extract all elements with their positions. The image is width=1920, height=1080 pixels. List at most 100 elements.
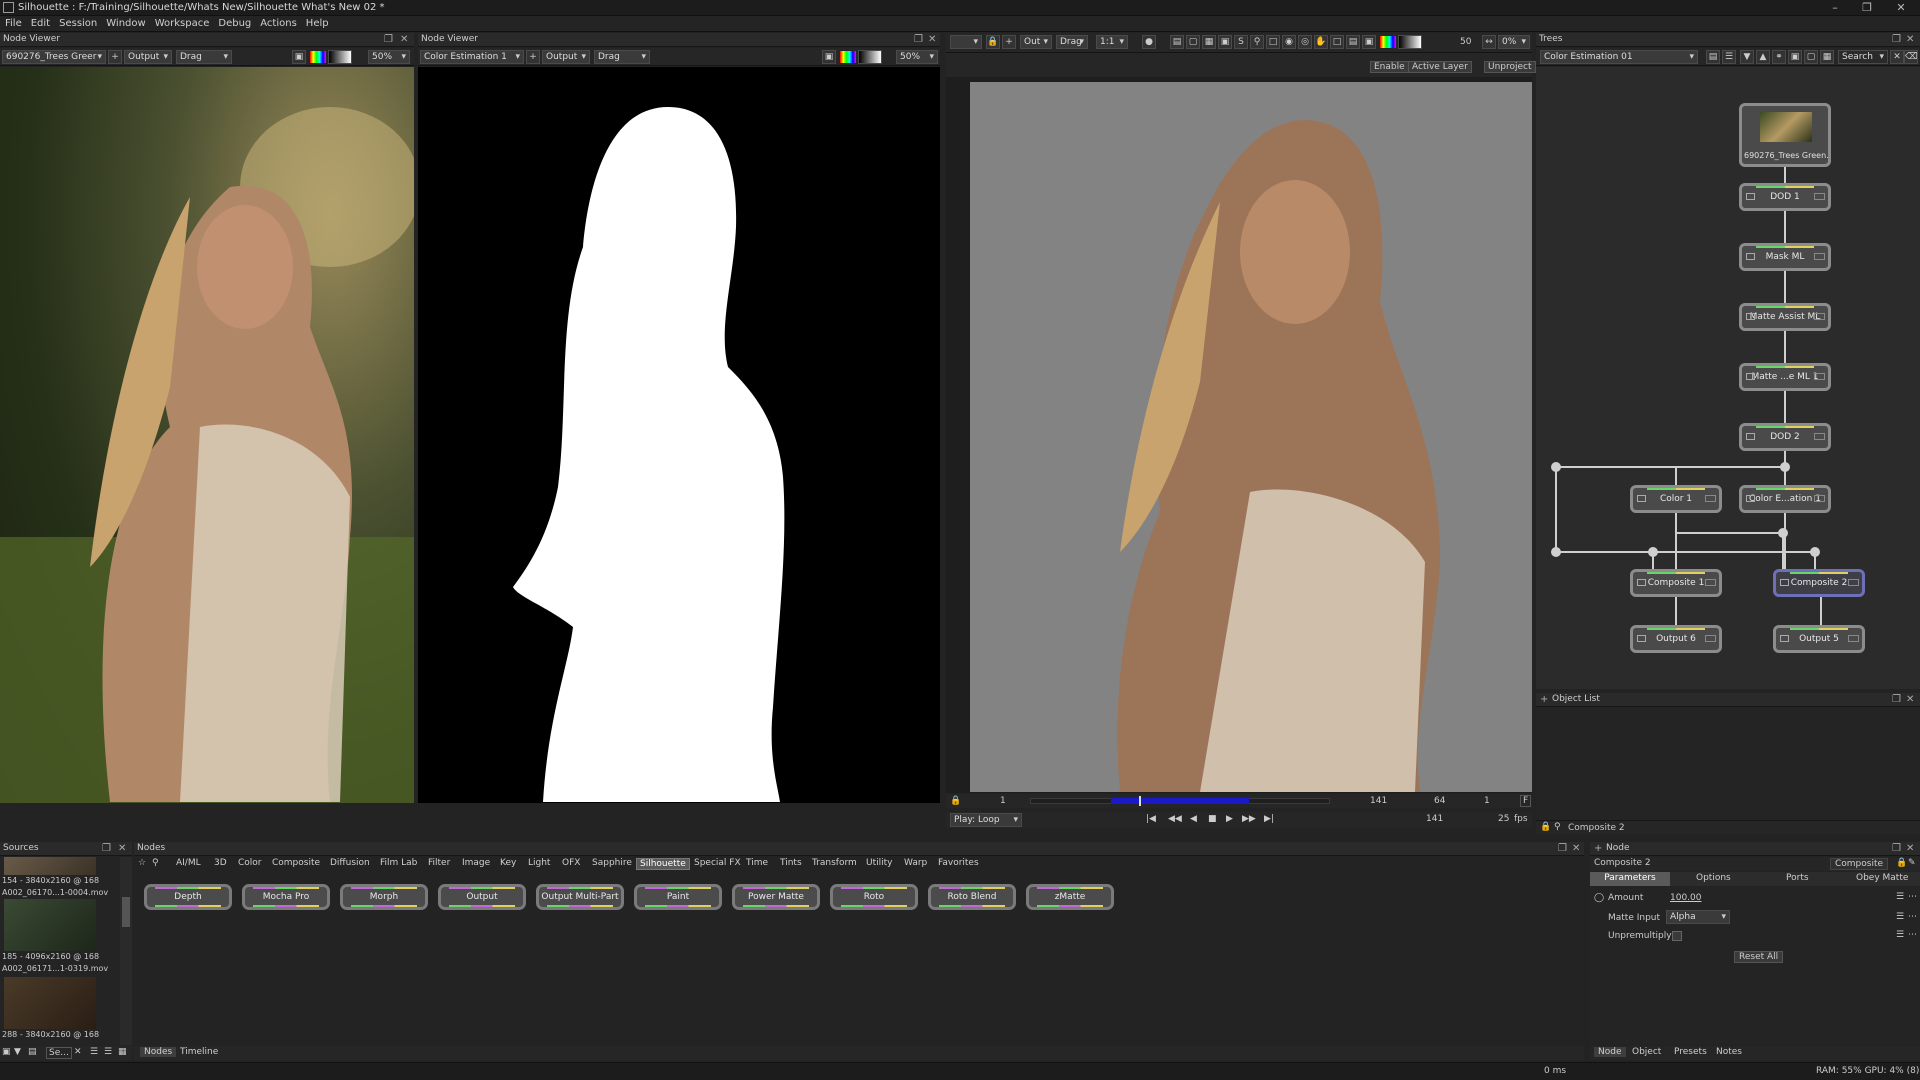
menu-window[interactable]: Window <box>106 18 145 29</box>
active-layer-dropdown[interactable]: Active Layer <box>1408 61 1472 73</box>
scroll-thumb[interactable] <box>122 897 130 927</box>
sources-scrollbar[interactable] <box>120 857 132 1045</box>
menu-help[interactable]: Help <box>306 18 329 29</box>
output6-node[interactable]: Output 6 <box>1630 625 1722 653</box>
matte-assist-node[interactable]: Matte Assist ML <box>1739 303 1831 331</box>
more-icon[interactable]: ⋯ <box>1908 892 1917 902</box>
current-frame[interactable]: 64 <box>1434 796 1445 806</box>
color-estimation-node[interactable]: Color E...ation 1 <box>1739 485 1831 513</box>
grid-view-icon[interactable]: ▦ <box>118 1047 127 1057</box>
menu-icon[interactable]: ☰ <box>1896 892 1904 902</box>
center-icon[interactable]: ◉ <box>1282 35 1296 49</box>
object-list-area[interactable] <box>1536 708 1920 820</box>
search-icon[interactable]: ⚲ <box>152 858 159 868</box>
menu-icon[interactable]: ☰ <box>1896 912 1904 922</box>
tab-nodes[interactable]: Nodes <box>140 1047 177 1057</box>
category-favorites[interactable]: Favorites <box>938 858 979 868</box>
gamma-icon[interactable] <box>328 50 352 64</box>
mid-mode-dropdown[interactable]: Drag <box>594 50 650 64</box>
left-zoom-dropdown[interactable]: 50% <box>368 50 410 64</box>
guides-icon[interactable]: ▤ <box>1346 35 1360 49</box>
category-transform[interactable]: Transform <box>812 858 857 868</box>
snapshot-icon[interactable]: ▢ <box>1804 50 1818 64</box>
ratio-dropdown[interactable]: 1:1 <box>1096 35 1128 49</box>
category-key[interactable]: Key <box>500 858 516 868</box>
monitor-icon[interactable]: ▣ <box>292 50 306 64</box>
camera-icon[interactable]: ● <box>1142 35 1156 49</box>
source-node[interactable]: 690276_Trees Green... <box>1739 103 1831 167</box>
tab-options[interactable]: Options <box>1696 873 1731 883</box>
timeline-scrubber[interactable] <box>1030 796 1330 806</box>
hand-icon[interactable]: ✋ <box>1314 35 1328 49</box>
add-object-icon[interactable]: + <box>1540 694 1548 705</box>
tab-ports[interactable]: Ports <box>1786 873 1809 883</box>
close-panel-icon[interactable]: ✕ <box>1572 843 1580 854</box>
step-value[interactable]: 1 <box>1484 796 1490 806</box>
menu-debug[interactable]: Debug <box>218 18 251 29</box>
import-icon[interactable]: ▣ <box>2 1047 11 1057</box>
stop-icon[interactable]: ■ <box>1208 814 1217 824</box>
play-mode-dropdown[interactable]: Play: Loop <box>950 813 1022 827</box>
link-icon[interactable]: ⚭ <box>1772 50 1786 64</box>
mid-source-dropdown[interactable]: Color Estimation 1 <box>420 50 524 64</box>
category-color[interactable]: Color <box>238 858 262 868</box>
reset-all-button[interactable]: Reset All <box>1734 951 1784 963</box>
safe-area-icon[interactable]: ▣ <box>1218 35 1232 49</box>
add-icon[interactable]: + <box>1002 35 1016 49</box>
category-warp[interactable]: Warp <box>904 858 927 868</box>
more-icon[interactable]: ⋯ <box>1908 930 1917 940</box>
brush-icon[interactable]: ✎ <box>1908 858 1916 868</box>
fit-width-icon[interactable]: ↔ <box>1482 35 1496 49</box>
fit-icon[interactable]: □ <box>1266 35 1280 49</box>
playhead[interactable] <box>1139 796 1141 806</box>
float-icon[interactable]: ❐ <box>1892 694 1901 705</box>
color1-node[interactable]: Color 1 <box>1630 485 1722 513</box>
category-filter[interactable]: Filter <box>428 858 450 868</box>
step-back-icon[interactable]: ◀◀ <box>1168 814 1182 824</box>
lock-icon[interactable]: 🔒 <box>986 35 1000 49</box>
float-icon[interactable]: ❐ <box>384 34 393 45</box>
filter-icon[interactable]: ▼ <box>1740 50 1754 64</box>
film-icon[interactable]: ▤ <box>1170 35 1184 49</box>
tree-dropdown[interactable]: Color Estimation 01 <box>1540 50 1698 64</box>
tab-obey-matte[interactable]: Obey Matte <box>1856 873 1908 883</box>
mask-ml-node[interactable]: Mask ML <box>1739 243 1831 271</box>
category-film-lab[interactable]: Film Lab <box>380 858 417 868</box>
more-icon[interactable]: ⋯ <box>1908 912 1917 922</box>
favorite-star-icon[interactable]: ☆ <box>138 858 146 868</box>
overlay-icon[interactable]: ▣ <box>1362 35 1376 49</box>
unpremultiply-checkbox[interactable] <box>1672 931 1682 941</box>
tab-node[interactable]: Node <box>1594 1047 1626 1057</box>
category-light[interactable]: Light <box>528 858 550 868</box>
palette-output-multi-part[interactable]: Output Multi-Part <box>536 884 624 910</box>
category-special-fx[interactable]: Special FX <box>694 858 741 868</box>
drag-dropdown[interactable]: Drag <box>1056 35 1088 49</box>
gamma-icon[interactable] <box>858 50 882 64</box>
unproject-button[interactable]: Unproject <box>1484 61 1536 73</box>
tab-parameters[interactable]: Parameters <box>1590 872 1670 886</box>
left-viewer-image[interactable] <box>0 67 414 803</box>
category-aiml[interactable]: AI/ML <box>176 858 201 868</box>
menu-icon[interactable]: ☰ <box>1896 930 1904 940</box>
palette-paint[interactable]: Paint <box>634 884 722 910</box>
close-panel-icon[interactable]: ✕ <box>928 34 936 45</box>
category-ofx[interactable]: OFX <box>562 858 580 868</box>
start-frame[interactable]: 1 <box>1000 796 1006 806</box>
step-forward-icon[interactable]: ▶▶ <box>1242 814 1256 824</box>
mid-output-dropdown[interactable]: Output <box>542 50 590 64</box>
source-thumbnail[interactable] <box>4 857 96 875</box>
fps-value[interactable]: 25 <box>1498 814 1509 824</box>
palette-power-matte[interactable]: Power Matte <box>732 884 820 910</box>
target-icon[interactable]: ◎ <box>1298 35 1312 49</box>
float-icon[interactable]: ❐ <box>1892 843 1901 854</box>
save-icon[interactable]: ▣ <box>1788 50 1802 64</box>
list-icon[interactable]: ☰ <box>1722 50 1736 64</box>
matte-input-dropdown[interactable]: Alpha <box>1666 910 1730 924</box>
palette-depth[interactable]: Depth <box>144 884 232 910</box>
composite2-node[interactable]: Composite 2 <box>1773 569 1865 597</box>
restore-icon[interactable]: ❐ <box>1852 1 1882 15</box>
clear-search-icon[interactable]: ✕ <box>1890 50 1904 64</box>
sources-list[interactable]: 154 - 3840x2160 @ 168 A002_06170...1-000… <box>0 857 120 1045</box>
search-icon[interactable]: ⚲ <box>1554 822 1561 832</box>
close-panel-icon[interactable]: ✕ <box>400 34 408 45</box>
